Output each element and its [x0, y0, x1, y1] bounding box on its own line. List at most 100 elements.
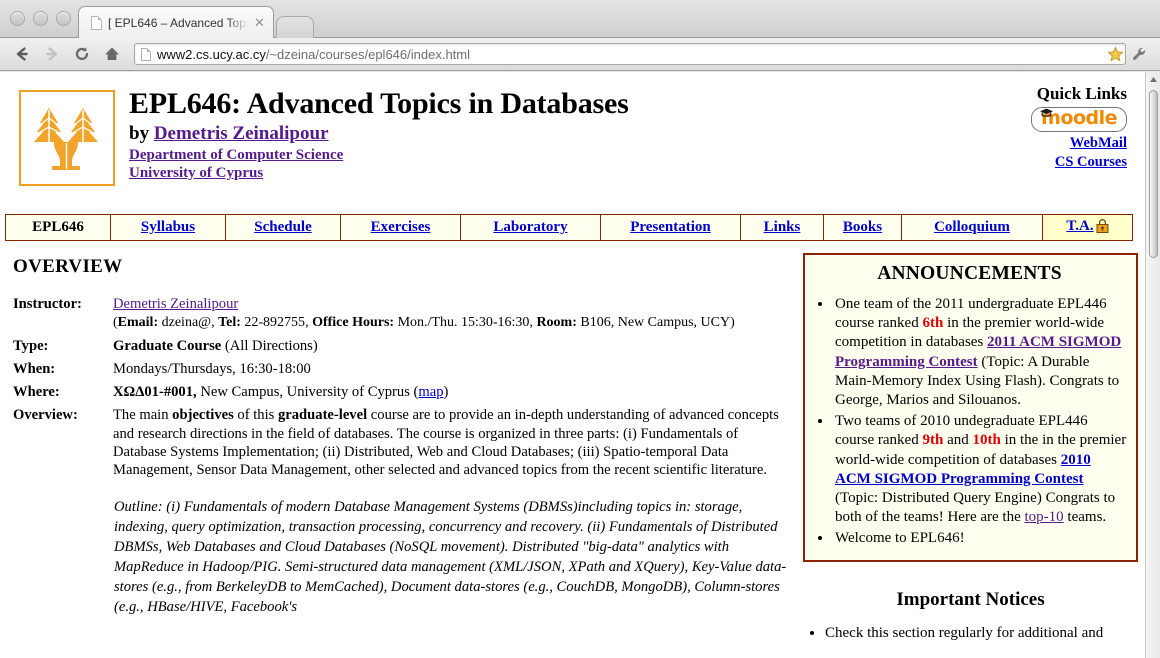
overview-c: of this: [233, 407, 278, 424]
page-info-icon[interactable]: [141, 47, 151, 61]
info-row-overview: Overview: The main objectives of this gr…: [13, 406, 795, 484]
byline-prefix: by: [129, 122, 150, 144]
ann2-p4: teams.: [1063, 509, 1107, 526]
nav-row: EPL646 Syllabus Schedule Exercises Labor…: [5, 214, 1133, 241]
label-when: When:: [13, 360, 56, 377]
instructor-details: (Email: dzeina@, Tel: 22-892755, Office …: [113, 315, 735, 331]
label-where: Where:: [13, 384, 60, 401]
wrench-menu-icon[interactable]: [1126, 42, 1152, 66]
author-link[interactable]: Demetris Zeinalipour: [154, 123, 329, 144]
browser-toolbar: www2.cs.ucy.ac.cy/~dzeina/courses/epl646…: [0, 38, 1160, 71]
nav-item-presentation[interactable]: Presentation: [600, 214, 741, 241]
nav-label-laboratory[interactable]: Laboratory: [493, 219, 567, 235]
new-tab-button[interactable]: [275, 16, 314, 38]
quick-links-panel: Quick Links moodle WebMail CS Courses: [947, 84, 1127, 172]
notice-item: Check this section regularly for additio…: [825, 624, 1138, 643]
announcements-list: One team of the 2011 undergraduate EPL44…: [811, 295, 1128, 548]
nav-label-colloquium[interactable]: Colloquium: [934, 219, 1010, 235]
moodle-link[interactable]: moodle: [1031, 107, 1127, 132]
top-10-teams-link[interactable]: top-10: [1025, 509, 1064, 525]
nav-label-schedule[interactable]: Schedule: [254, 219, 312, 235]
home-icon[interactable]: [98, 42, 126, 66]
value-instructor: Demetris Zeinalipour (Email: dzeina@, Te…: [113, 295, 795, 337]
announcements-panel: ANNOUNCEMENTS One team of the 2011 under…: [803, 253, 1138, 563]
value-room: B106, New Campus, UCY): [580, 315, 735, 331]
nav-label-presentation[interactable]: Presentation: [630, 219, 711, 235]
back-arrow-icon[interactable]: [8, 42, 36, 66]
info-row-instructor: Instructor: Demetris Zeinalipour (Email:…: [13, 295, 795, 337]
university-link[interactable]: University of Cyprus: [129, 165, 263, 181]
overview-graduate-level: graduate-level: [277, 407, 368, 424]
reload-icon[interactable]: [68, 42, 96, 66]
lock-icon: [1096, 218, 1109, 238]
instructor-link[interactable]: Demetris Zeinalipour: [113, 296, 238, 312]
graduation-cap-icon: [1039, 105, 1054, 117]
nav-item-colloquium[interactable]: Colloquium: [901, 214, 1043, 241]
map-link[interactable]: map: [418, 384, 443, 400]
notices-list: Check this section regularly for additio…: [803, 624, 1138, 643]
browser-titlebar: [ EPL646 – Advanced Topics ✕: [0, 0, 1160, 38]
type-bold: Graduate Course: [113, 337, 222, 354]
nav-label-ta[interactable]: T.A.: [1066, 218, 1093, 234]
ann1-rank: 6th: [922, 315, 944, 332]
close-window-button[interactable]: [10, 11, 25, 26]
url-host: www2.cs.ucy.ac.cy: [157, 46, 266, 62]
bookmark-star-icon[interactable]: [1104, 44, 1126, 64]
tab-close-icon[interactable]: ✕: [254, 16, 265, 29]
main-column: OVERVIEW Instructor: Demetris Zeinalipou…: [0, 253, 795, 644]
value-where: ΧΩΔ01-#001, New Campus, University of Cy…: [113, 383, 795, 406]
course-homepage: EPL646: Advanced Topics in Databases by …: [0, 72, 1145, 658]
url-path: /~dzeina/courses/epl646/index.html: [265, 46, 470, 62]
info-row-type: Type: Graduate Course (All Directions): [13, 337, 795, 360]
nav-item-links[interactable]: Links: [740, 214, 824, 241]
page-title: EPL646: Advanced Topics in Databases: [129, 87, 629, 120]
minimize-window-button[interactable]: [33, 11, 48, 26]
nav-item-schedule[interactable]: Schedule: [225, 214, 341, 241]
nav-label-syllabus[interactable]: Syllabus: [141, 219, 195, 235]
nav-label-books[interactable]: Books: [843, 219, 882, 235]
nav-item-ta[interactable]: T.A.: [1042, 214, 1133, 241]
label-office-hours: Office Hours:: [312, 315, 395, 331]
tab-title: [ EPL646 – Advanced Topics: [108, 15, 248, 30]
type-rest: (All Directions): [224, 337, 318, 354]
nav-label-exercises[interactable]: Exercises: [371, 219, 431, 235]
where-rest: New Campus, University of Cyprus (: [200, 384, 419, 401]
forward-arrow-icon[interactable]: [38, 42, 66, 66]
nav-item-exercises[interactable]: Exercises: [340, 214, 461, 241]
label-type: Type:: [13, 337, 49, 354]
value-email: dzeina@: [161, 315, 212, 331]
scroll-up-icon[interactable]: [1146, 72, 1160, 87]
quick-link-webmail[interactable]: WebMail: [947, 134, 1127, 153]
info-row-when: When: Mondays/Thursdays, 16:30-18:00: [13, 360, 795, 383]
where-room-code: ΧΩΔ01-#001,: [113, 384, 197, 401]
nav-item-syllabus[interactable]: Syllabus: [110, 214, 226, 241]
info-row-where: Where: ΧΩΔ01-#001, New Campus, Universit…: [13, 383, 795, 406]
byline: by Demetris Zeinalipour: [129, 123, 629, 145]
browser-tab[interactable]: [ EPL646 – Advanced Topics ✕: [78, 6, 274, 38]
important-notices-panel: Check this section regularly for additio…: [803, 624, 1138, 643]
ann2-mid: and: [943, 432, 973, 449]
announcement-item: Welcome to EPL646!: [833, 529, 1128, 548]
quick-link-cs-courses[interactable]: CS Courses: [947, 153, 1127, 172]
nav-item-books[interactable]: Books: [823, 214, 902, 241]
ann2-rank2: 10th: [972, 432, 1001, 449]
value-type: Graduate Course (All Directions): [113, 337, 795, 360]
label-room: Room:: [536, 315, 577, 331]
overview-objectives: objectives: [172, 407, 234, 424]
announcement-item: One team of the 2011 undergraduate EPL44…: [833, 295, 1128, 410]
tab-strip: [ EPL646 – Advanced Topics ✕: [78, 6, 314, 38]
announcements-heading: ANNOUNCEMENTS: [877, 263, 1062, 284]
window-controls: [10, 11, 71, 26]
vertical-scrollbar[interactable]: [1145, 72, 1160, 658]
nav-item-laboratory[interactable]: Laboratory: [460, 214, 601, 241]
department-link[interactable]: Department of Computer Science: [129, 147, 343, 163]
address-bar[interactable]: www2.cs.ucy.ac.cy/~dzeina/courses/epl646…: [134, 43, 1126, 65]
university-line: University of Cyprus: [129, 164, 629, 183]
scrollbar-thumb[interactable]: [1149, 90, 1158, 258]
maximize-window-button[interactable]: [56, 11, 71, 26]
title-block: EPL646: Advanced Topics in Databases by …: [129, 86, 629, 183]
nav-item-epl646[interactable]: EPL646: [5, 214, 111, 241]
nav-label-links[interactable]: Links: [764, 219, 801, 235]
right-column: ANNOUNCEMENTS One team of the 2011 under…: [803, 253, 1138, 644]
university-of-cyprus-tree-logo: [19, 90, 115, 186]
